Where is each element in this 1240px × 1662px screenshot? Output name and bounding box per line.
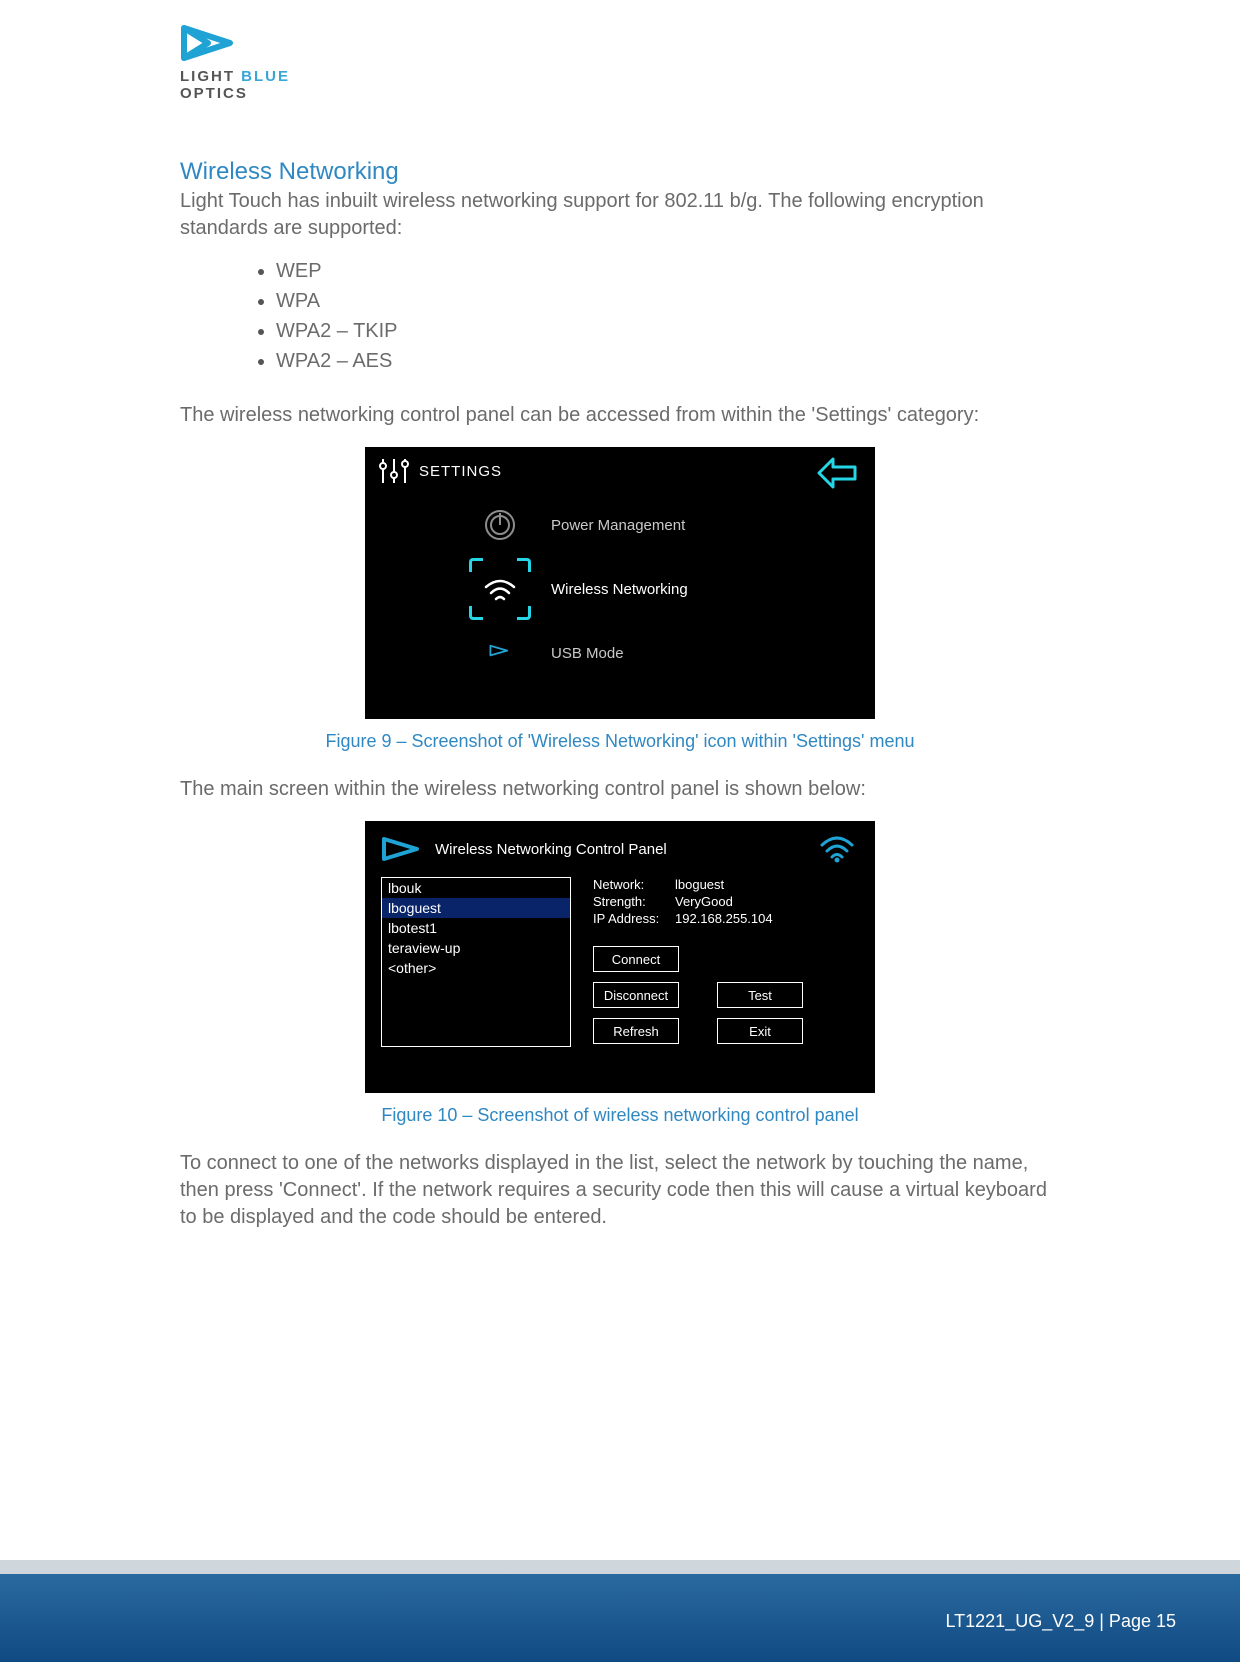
disconnect-button[interactable]: Disconnect	[593, 982, 679, 1008]
settings-item-usb[interactable]: USB Mode	[475, 621, 875, 685]
section-title: Wireless Networking	[180, 158, 1060, 186]
page-footer: LT1221_UG_V2_9 | Page 15	[0, 1560, 1240, 1662]
info-value-ip: 192.168.255.104	[675, 911, 859, 926]
network-info: Network: lboguest Strength: VeryGood IP …	[593, 877, 859, 926]
refresh-button[interactable]: Refresh	[593, 1018, 679, 1044]
settings-item-label: Wireless Networking	[551, 581, 688, 598]
wifi-status-icon	[819, 835, 855, 863]
network-row[interactable]: lboguest	[382, 898, 570, 918]
footer-text: LT1221_UG_V2_9 | Page 15	[945, 1611, 1176, 1632]
network-row[interactable]: lbotest1	[382, 918, 570, 938]
wifi-icon	[475, 564, 525, 614]
logo-line1-blue: BLUE	[241, 68, 290, 85]
back-arrow-icon[interactable]	[815, 455, 861, 491]
after-list-paragraph: The wireless networking control panel ca…	[180, 402, 1060, 429]
logo: LIGHT BLUE OPTICS	[180, 24, 1060, 102]
settings-item-power[interactable]: Power Management	[475, 493, 875, 557]
logo-line2: OPTICS	[180, 85, 248, 102]
settings-title: SETTINGS	[419, 463, 502, 480]
logo-mark-icon	[180, 24, 240, 62]
enc-item: WPA2 – AES	[276, 346, 1060, 376]
enc-item: WEP	[276, 256, 1060, 286]
network-list[interactable]: lbouk lboguest lbotest1 teraview-up <oth…	[381, 877, 571, 1047]
settings-item-wireless[interactable]: Wireless Networking	[475, 557, 875, 621]
info-value-strength: VeryGood	[675, 894, 859, 909]
network-row[interactable]: teraview-up	[382, 938, 570, 958]
settings-item-label: USB Mode	[551, 645, 624, 662]
encryption-list: WEP WPA WPA2 – TKIP WPA2 – AES	[180, 256, 1060, 376]
wifi-control-panel-screenshot: Wireless Networking Control Panel lbouk	[365, 821, 875, 1093]
figure9-caption: Figure 9 – Screenshot of 'Wireless Netwo…	[180, 731, 1060, 752]
sliders-icon	[377, 457, 411, 485]
connect-button[interactable]: Connect	[593, 946, 679, 972]
usb-icon	[475, 628, 525, 678]
logo-line1: LIGHT	[180, 68, 241, 85]
enc-item: WPA	[276, 286, 1060, 316]
info-value-network: lboguest	[675, 877, 859, 892]
network-row[interactable]: lbouk	[382, 878, 570, 898]
settings-screenshot: SETTINGS Power Management	[365, 447, 875, 719]
info-label-network: Network:	[593, 877, 675, 892]
exit-button[interactable]: Exit	[717, 1018, 803, 1044]
intro-paragraph: Light Touch has inbuilt wireless network…	[180, 188, 1060, 242]
logo-text: LIGHT BLUE OPTICS	[180, 68, 1060, 102]
logo-mark-icon	[381, 836, 423, 862]
test-button[interactable]: Test	[717, 982, 803, 1008]
wifi-panel-title: Wireless Networking Control Panel	[435, 841, 819, 858]
after-fig9-paragraph: The main screen within the wireless netw…	[180, 776, 1060, 803]
power-icon	[475, 500, 525, 550]
info-label-ip: IP Address:	[593, 911, 675, 926]
enc-item: WPA2 – TKIP	[276, 316, 1060, 346]
figure10-caption: Figure 10 – Screenshot of wireless netwo…	[180, 1105, 1060, 1126]
settings-item-label: Power Management	[551, 517, 685, 534]
after-fig10-paragraph: To connect to one of the networks displa…	[180, 1150, 1060, 1231]
network-row[interactable]: <other>	[382, 958, 570, 978]
info-label-strength: Strength:	[593, 894, 675, 909]
